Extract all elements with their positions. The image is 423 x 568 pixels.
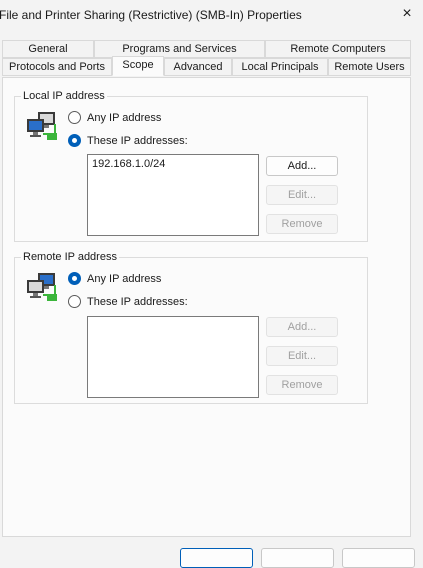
remote-remove-button[interactable]: Remove — [266, 375, 338, 395]
remote-these-ip-label: These IP addresses: — [87, 295, 188, 308]
local-these-ip-radio[interactable]: These IP addresses: — [68, 134, 188, 147]
local-ip-list[interactable]: 192.168.1.0/24 — [87, 154, 259, 236]
list-item[interactable]: 192.168.1.0/24 — [92, 158, 254, 170]
ok-button[interactable] — [180, 548, 253, 568]
remote-any-radio-indicator — [68, 272, 81, 285]
scope-panel: Local IP address Any IP address These IP… — [2, 77, 411, 537]
local-any-ip-label: Any IP address — [87, 111, 162, 124]
tab-remote-users[interactable]: Remote Users — [328, 58, 411, 76]
tab-advanced[interactable]: Advanced — [164, 58, 232, 76]
local-remove-button[interactable]: Remove — [266, 214, 338, 234]
remote-any-ip-radio[interactable]: Any IP address — [68, 272, 161, 285]
network-computers-icon — [27, 112, 57, 140]
tab-local-principals[interactable]: Local Principals — [232, 58, 328, 76]
local-these-radio-indicator — [68, 134, 81, 147]
window-title: File and Printer Sharing (Restrictive) (… — [0, 8, 302, 22]
tab-protocols-and-ports[interactable]: Protocols and Ports — [2, 58, 112, 76]
title-bar: File and Printer Sharing (Restrictive) (… — [0, 0, 423, 30]
tab-remote-computers[interactable]: Remote Computers — [265, 40, 411, 58]
remote-add-button[interactable]: Add... — [266, 317, 338, 337]
remote-any-ip-label: Any IP address — [87, 272, 162, 285]
close-icon[interactable]: × — [396, 3, 418, 25]
network-computers-icon — [27, 273, 57, 301]
remote-these-ip-radio[interactable]: These IP addresses: — [68, 295, 188, 308]
local-ip-legend: Local IP address — [23, 90, 105, 102]
remote-these-radio-indicator — [68, 295, 81, 308]
apply-button[interactable] — [342, 548, 415, 568]
tab-general[interactable]: General — [2, 40, 94, 58]
tab-scope[interactable]: Scope — [112, 56, 164, 76]
remote-edit-button[interactable]: Edit... — [266, 346, 338, 366]
local-any-radio-indicator — [68, 111, 81, 124]
local-these-ip-label: These IP addresses: — [87, 134, 188, 147]
local-edit-button[interactable]: Edit... — [266, 185, 338, 205]
remote-ip-legend: Remote IP address — [23, 251, 117, 263]
remote-ip-list[interactable] — [87, 316, 259, 398]
cancel-button[interactable] — [261, 548, 334, 568]
local-any-ip-radio[interactable]: Any IP address — [68, 111, 161, 124]
local-add-button[interactable]: Add... — [266, 156, 338, 176]
